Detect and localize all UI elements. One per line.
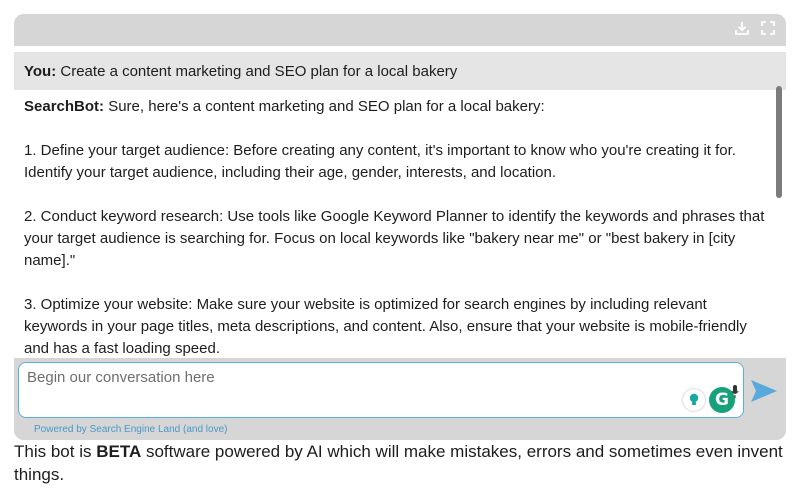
disclaimer-text-before: This bot is <box>14 442 97 461</box>
disclaimer-beta-label: BETA <box>96 442 142 461</box>
composer: G Powered by Search Engine Land (and lov… <box>14 358 786 440</box>
message-input[interactable] <box>27 369 667 409</box>
beta-disclaimer: This bot is BETA software powered by AI … <box>14 440 789 486</box>
user-message: You: Create a content marketing and SEO … <box>14 52 786 90</box>
bot-paragraph: 2. Conduct keyword research: Use tools l… <box>24 208 765 269</box>
bot-message: SearchBot: Sure, here's a content market… <box>24 96 774 370</box>
bot-paragraph: 1. Define your target audience: Before c… <box>24 142 736 181</box>
lightbulb-icon[interactable] <box>683 389 705 411</box>
widget-toolbar <box>14 14 786 42</box>
user-message-text: Create a content marketing and SEO plan … <box>60 63 458 80</box>
powered-by-link[interactable]: Powered by Search Engine Land (and love) <box>34 424 227 435</box>
bot-paragraph: 3. Optimize your website: Make sure your… <box>24 296 747 357</box>
fullscreen-icon[interactable] <box>759 19 777 37</box>
chat-widget: You: Create a content marketing and SEO … <box>14 14 786 440</box>
microphone-icon[interactable] <box>731 385 739 399</box>
download-icon[interactable] <box>733 19 751 37</box>
send-icon <box>751 380 777 402</box>
bot-speaker-label: SearchBot: <box>24 98 105 115</box>
chat-scrollbar[interactable] <box>776 86 782 198</box>
chat-log[interactable]: You: Create a content marketing and SEO … <box>14 46 786 370</box>
send-button[interactable] <box>750 378 778 404</box>
bot-intro-text: Sure, here's a content marketing and SEO… <box>108 98 545 115</box>
message-input-box: G <box>18 362 744 418</box>
user-speaker-label: You: <box>24 63 57 80</box>
